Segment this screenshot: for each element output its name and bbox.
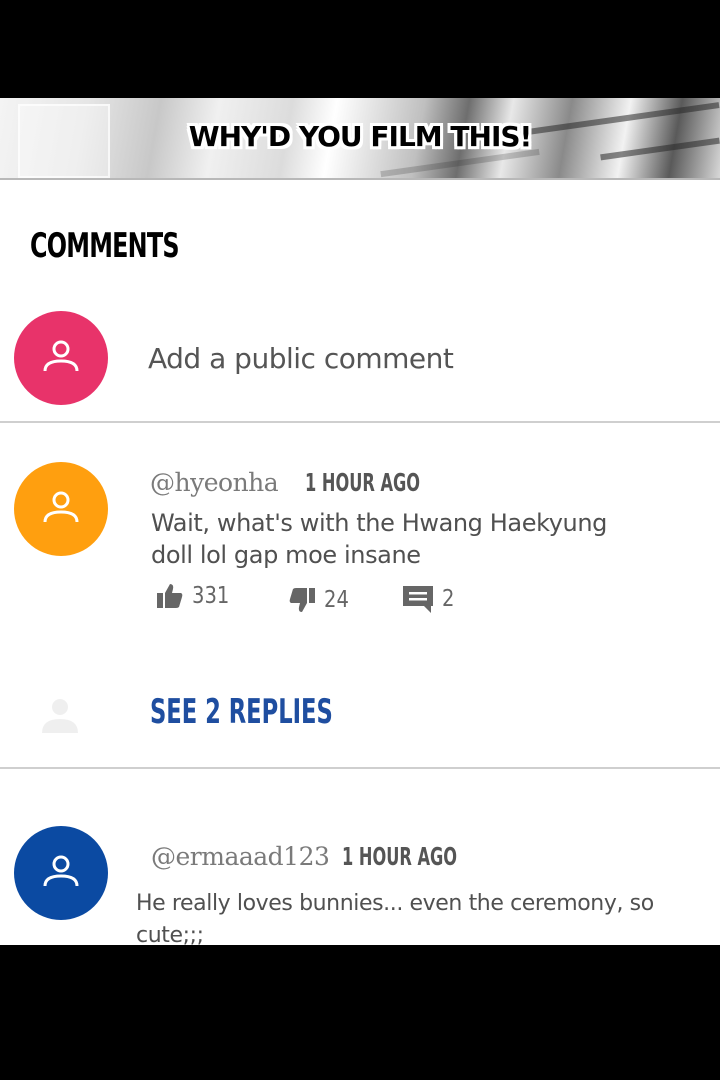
see-replies-link[interactable]: SEE 2 REPLIES xyxy=(150,692,333,732)
thumbs-down-icon xyxy=(289,588,315,612)
commenter-avatar[interactable] xyxy=(14,826,108,920)
bottom-black-border xyxy=(0,945,720,1080)
top-black-border xyxy=(0,0,720,98)
comments-heading: COMMENTS xyxy=(30,226,180,266)
comment-text-line: doll lol gap moe insane xyxy=(151,541,421,569)
like-button[interactable]: 331 xyxy=(156,582,236,610)
video-still-banner: WHY'D YOU FILM THIS! xyxy=(0,98,720,180)
comment-timestamp: 1 HOUR AGO xyxy=(305,468,421,497)
banner-motion-streak xyxy=(380,148,540,178)
banner-caption: WHY'D YOU FILM THIS! xyxy=(188,120,533,153)
comment-text-line: Wait, what's with the Hwang Haekyung xyxy=(151,509,607,537)
divider xyxy=(0,421,720,423)
person-icon xyxy=(43,340,79,372)
thumbs-up-icon xyxy=(157,584,183,608)
comment-author-handle[interactable]: @ermaaad123 xyxy=(151,842,330,871)
commenter-avatar[interactable] xyxy=(14,462,108,556)
add-comment-input[interactable]: Add a public comment xyxy=(148,342,454,375)
reply-count: 2 xyxy=(442,586,455,612)
divider xyxy=(0,767,720,769)
reply-button[interactable]: 2 xyxy=(402,584,457,614)
comment-timestamp: 1 HOUR AGO xyxy=(342,842,458,871)
person-icon xyxy=(42,699,78,733)
person-icon xyxy=(43,491,79,523)
reply-icon xyxy=(403,586,433,613)
user-avatar xyxy=(14,311,108,405)
comment-text-line: He really loves bunnies... even the cere… xyxy=(136,891,654,948)
dislike-count: 24 xyxy=(324,587,349,613)
faded-avatar xyxy=(40,695,80,735)
comment-author-handle[interactable]: @hyeonha xyxy=(150,468,279,497)
comments-panel: COMMENTS Add a public comment @hyeonha 1… xyxy=(0,180,720,948)
person-icon xyxy=(43,855,79,887)
like-count: 331 xyxy=(192,583,230,609)
dislike-button[interactable]: 24 xyxy=(288,586,353,614)
